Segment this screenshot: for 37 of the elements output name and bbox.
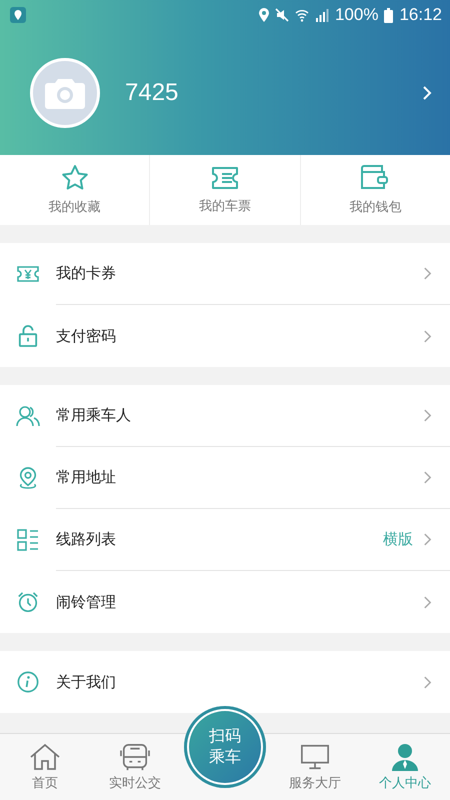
- chevron-icon[interactable]: [422, 84, 432, 100]
- app-icon: [10, 7, 26, 23]
- chevron-icon: [423, 594, 432, 610]
- chevron-icon: [423, 674, 432, 690]
- chevron-icon: [423, 328, 432, 344]
- monitor-icon: [300, 742, 330, 770]
- chevron-icon: [423, 532, 432, 547]
- wifi-icon: [294, 8, 309, 22]
- camera-icon: [45, 76, 85, 108]
- battery-icon: [384, 8, 394, 22]
- battery-percent: 100%: [334, 5, 378, 25]
- location-pin-icon: [18, 466, 38, 490]
- wallet-icon: [360, 164, 390, 192]
- coupon-icon: [16, 265, 40, 283]
- lock-icon: [18, 325, 38, 347]
- tab[interactable]: 实时公交: [90, 734, 180, 800]
- star-icon: [60, 164, 89, 192]
- signal-icon: [314, 8, 329, 22]
- info-icon: [17, 671, 39, 693]
- chevron-icon: [423, 470, 432, 485]
- clock-time: 16:12: [399, 5, 442, 25]
- tab[interactable]: 首页: [0, 734, 90, 800]
- ticket-icon: [210, 165, 240, 191]
- tab[interactable]: 个人中心: [360, 734, 450, 800]
- location-icon: [258, 8, 269, 22]
- mute-icon: [274, 8, 289, 22]
- home-icon: [29, 742, 61, 770]
- scan-button[interactable]: 扫码 乘车: [184, 706, 266, 788]
- list-icon: [17, 529, 39, 551]
- user-name: 7425: [125, 78, 180, 106]
- chevron-icon: [423, 408, 432, 423]
- people-icon: [16, 405, 40, 427]
- alarm-clock-icon: [17, 591, 39, 613]
- person-icon: [390, 742, 420, 770]
- bus-icon: [120, 742, 150, 770]
- tab[interactable]: 服务大厅: [270, 734, 360, 800]
- chevron-icon: [423, 266, 432, 281]
